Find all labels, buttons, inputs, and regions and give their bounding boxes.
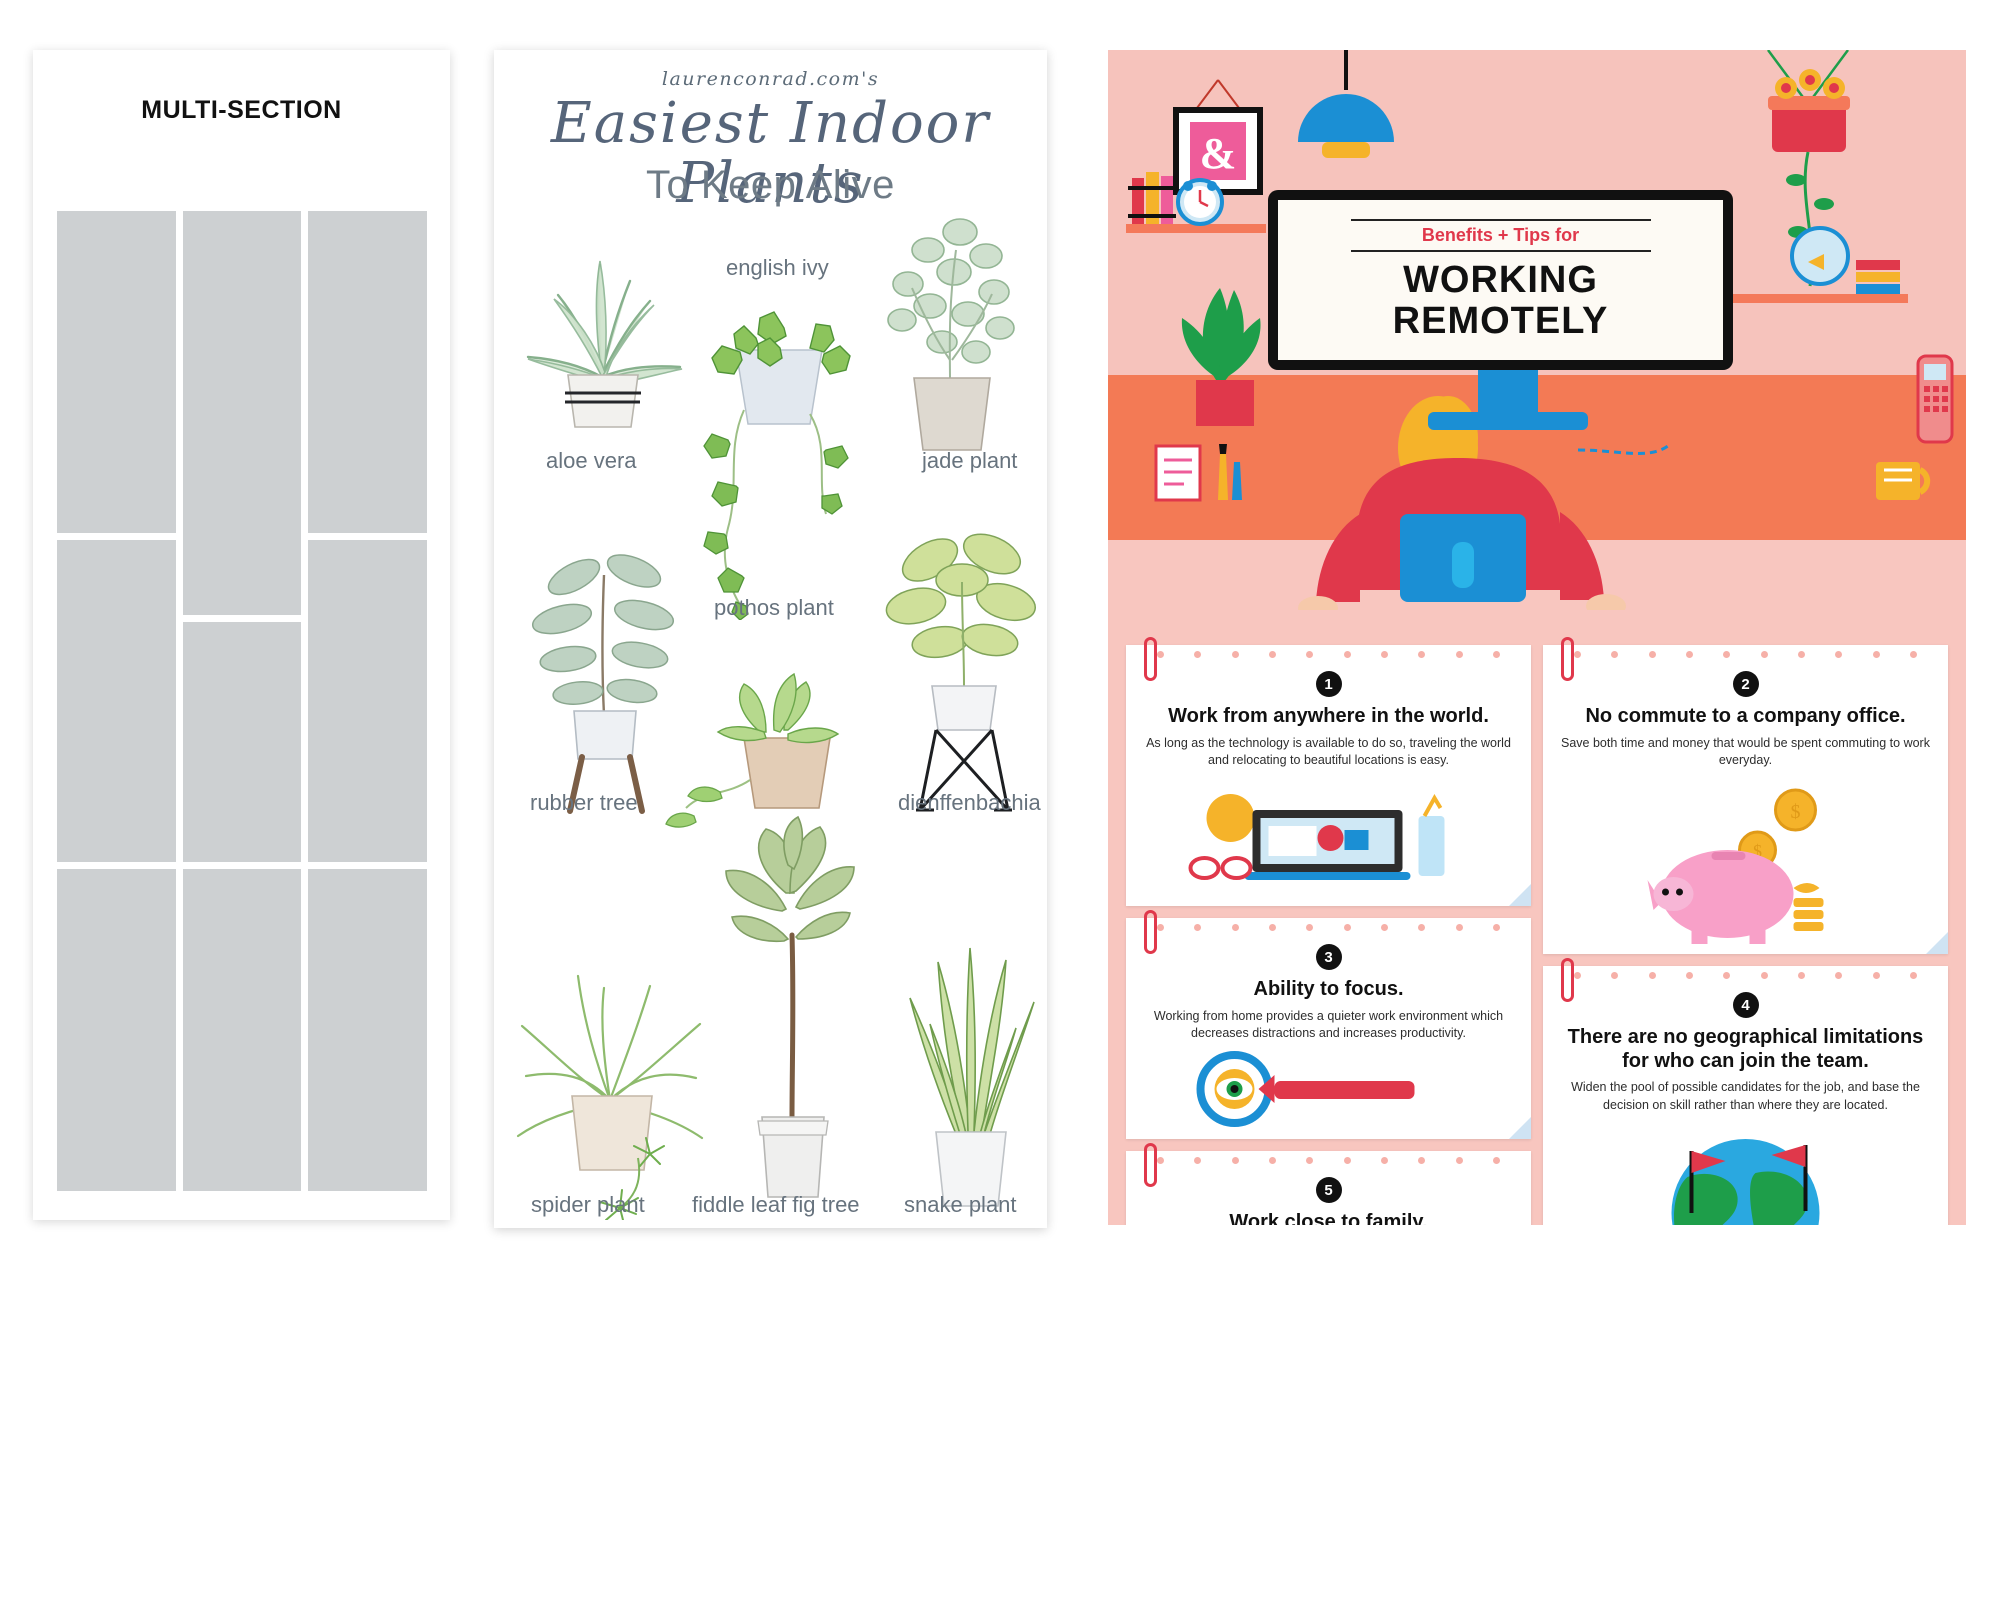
paperclip-icon	[1561, 637, 1574, 681]
card-title: Ability to focus.	[1142, 978, 1515, 1002]
notebook-dots	[1543, 651, 1948, 659]
snake-plant-illustration	[894, 910, 1047, 1215]
screen-title-line1: WORKING	[1403, 260, 1598, 300]
benefit-card-4[interactable]: 4 There are no geographical limitations …	[1543, 966, 1948, 1225]
piggy-bank-illustration: $ $	[1559, 776, 1932, 944]
monitor-stand	[1418, 370, 1598, 440]
cards-left-column: 1 Work from anywhere in the world. As lo…	[1126, 645, 1531, 1225]
notebook-dots	[1126, 924, 1531, 932]
card-body: Save both time and money that would be s…	[1559, 735, 1932, 771]
paperclip-icon	[1144, 910, 1157, 954]
folded-corner	[1509, 884, 1531, 906]
page-title: MULTI-SECTION	[33, 96, 450, 125]
wireframe-block	[57, 869, 176, 1191]
monitor: Benefits + Tips for WORKING REMOTELY	[1268, 190, 1733, 370]
benefit-card-1[interactable]: 1 Work from anywhere in the world. As lo…	[1126, 645, 1531, 906]
wireframe-block	[183, 622, 302, 862]
multi-section-wireframe-panel: MULTI-SECTION	[33, 50, 450, 1220]
wireframe-grid	[57, 211, 427, 1191]
jade-plant-illustration	[868, 210, 1033, 455]
paperclip-icon	[1561, 958, 1574, 1002]
spider-plant-illustration	[500, 930, 720, 1220]
poster-subtitle: To Keep Alive	[494, 163, 1047, 208]
svg-text:$: $	[1791, 801, 1801, 823]
screen-title-line2: REMOTELY	[1393, 301, 1609, 341]
card-body: As long as the technology is available t…	[1142, 735, 1515, 771]
wireframe-block	[183, 869, 302, 1191]
card-number-badge: 4	[1733, 992, 1759, 1018]
card-number-badge: 3	[1316, 944, 1342, 970]
wireframe-block	[308, 211, 427, 533]
card-body: Widen the pool of possible candidates fo…	[1559, 1079, 1932, 1115]
plant-label-pothos-plant: pothos plant	[714, 595, 834, 621]
laptop-illustration	[1142, 776, 1515, 896]
folded-corner	[1926, 932, 1948, 954]
globe-illustration	[1559, 1121, 1932, 1225]
wireframe-block	[57, 211, 176, 533]
card-number-badge: 2	[1733, 671, 1759, 697]
pothos-plant-illustration	[664, 640, 874, 840]
paperclip-icon	[1144, 1143, 1157, 1187]
benefit-card-3[interactable]: 3 Ability to focus. Working from home pr…	[1126, 918, 1531, 1139]
card-number-badge: 5	[1316, 1177, 1342, 1203]
plant-label-rubber-tree: rubber tree	[530, 790, 638, 816]
wireframe-block	[308, 869, 427, 1191]
plant-label-spider-plant: spider plant	[531, 1192, 645, 1218]
svg-text:&: &	[1200, 129, 1237, 178]
dienffenbachia-illustration	[880, 510, 1047, 820]
cards-right-column: 2 No commute to a company office. Save b…	[1543, 645, 1948, 1225]
benefit-card-5[interactable]: 5 Work close to family. Employees don't …	[1126, 1151, 1531, 1225]
monitor-screen: Benefits + Tips for WORKING REMOTELY	[1278, 200, 1723, 360]
card-body: Working from home provides a quieter wor…	[1142, 1008, 1515, 1044]
aloe-vera-illustration	[514, 225, 689, 430]
card-title: Work from anywhere in the world.	[1142, 705, 1515, 729]
plant-label-fiddle-leaf-fig-tree: fiddle leaf fig tree	[692, 1192, 860, 1218]
plant-label-english-ivy: english ivy	[726, 255, 829, 281]
english-ivy-illustration	[684, 290, 869, 620]
notebook-dots	[1126, 1157, 1531, 1165]
notebook-dots	[1126, 651, 1531, 659]
card-title: No commute to a company office.	[1559, 705, 1932, 729]
plant-label-jade-plant: jade plant	[922, 448, 1017, 474]
screenshot-canvas: MULTI-SECTION laurenconrad.com's Easiest…	[0, 0, 1999, 1624]
plant-label-dienffenbachia: dienffenbachia	[898, 790, 1041, 816]
card-number-badge: 1	[1316, 671, 1342, 697]
target-eye-illustration	[1142, 1049, 1515, 1129]
card-title: Work close to family.	[1142, 1211, 1515, 1225]
fiddle-leaf-fig-illustration	[710, 815, 870, 1205]
easiest-indoor-plants-poster: laurenconrad.com's Easiest Indoor Plants…	[494, 50, 1047, 1228]
benefit-cards-grid: 1 Work from anywhere in the world. As lo…	[1126, 645, 1948, 1215]
paperclip-icon	[1144, 637, 1157, 681]
benefit-card-2[interactable]: 2 No commute to a company office. Save b…	[1543, 645, 1948, 954]
wireframe-block	[57, 540, 176, 862]
wireframe-block	[308, 540, 427, 862]
plant-label-aloe-vera: aloe vera	[546, 448, 637, 474]
poster-source-site: laurenconrad.com's	[494, 68, 1047, 90]
notebook-dots	[1543, 972, 1948, 980]
working-remotely-infographic: &	[1108, 50, 1966, 1225]
folded-corner	[1509, 1117, 1531, 1139]
card-title: There are no geographical limitations fo…	[1559, 1026, 1932, 1073]
screen-kicker: Benefits + Tips for	[1351, 219, 1651, 252]
wireframe-block	[183, 211, 302, 615]
plant-label-snake-plant: snake plant	[904, 1192, 1017, 1218]
